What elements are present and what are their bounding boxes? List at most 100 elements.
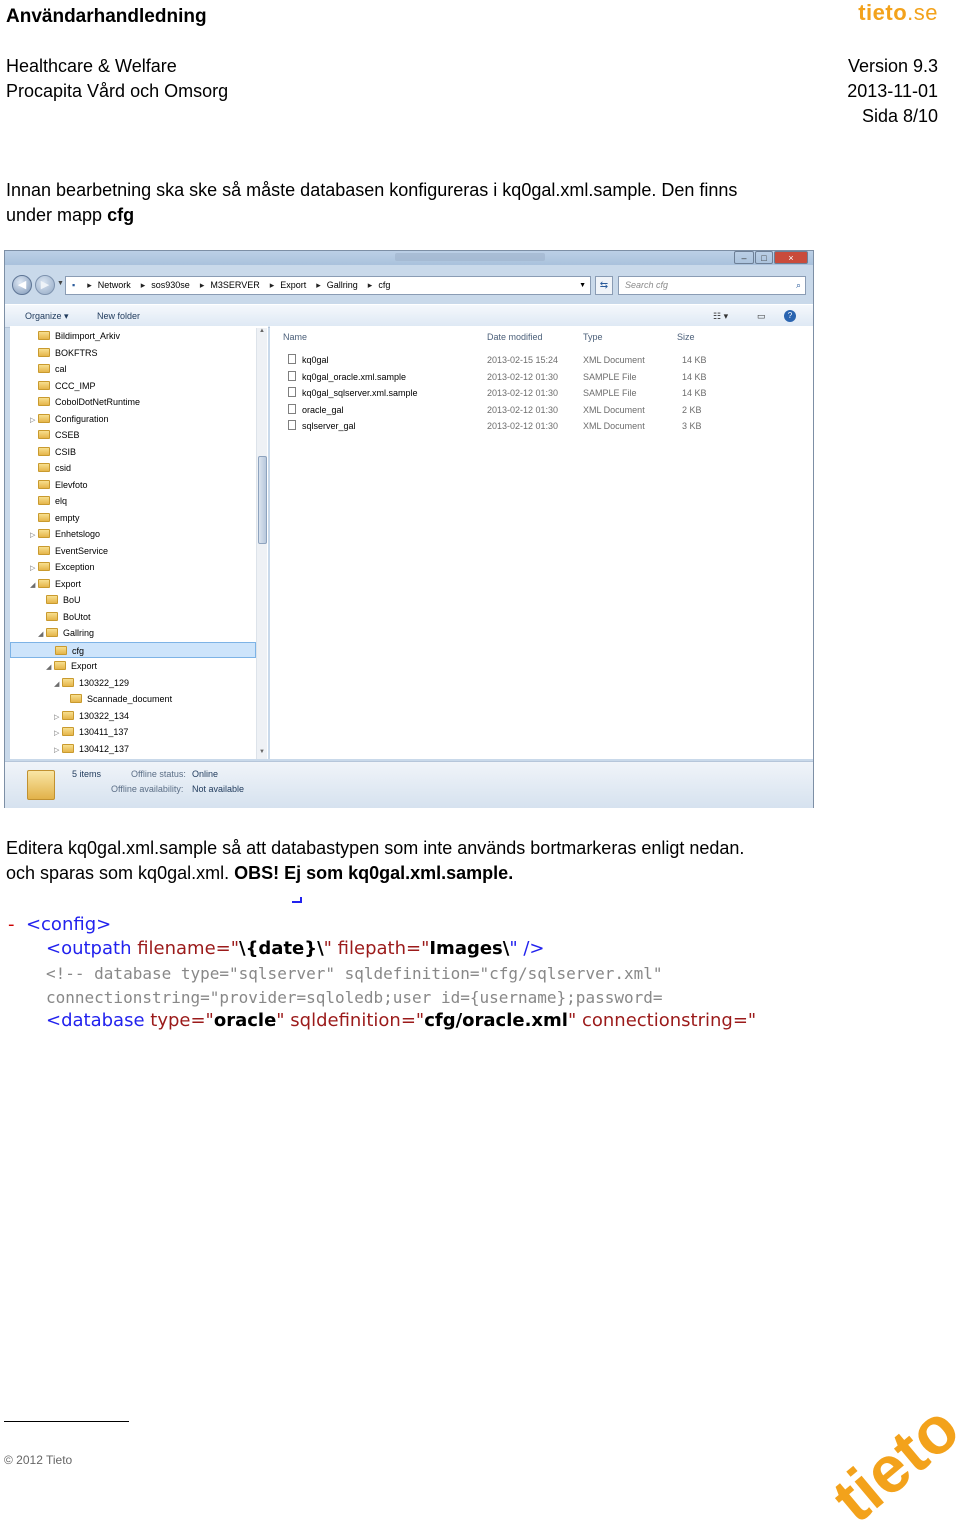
file-row[interactable]: sqlserver_gal 2013-02-12 01:30 XML Documen… xyxy=(288,418,788,434)
folder-icon xyxy=(38,496,50,505)
tree-item[interactable]: Elevfoto xyxy=(10,477,286,493)
tree-item[interactable]: EventService xyxy=(10,543,286,559)
file-size: 2 KB xyxy=(682,404,702,415)
edit-instruction-warning: OBS! Ej som kq0gal.xml.sample. xyxy=(234,863,514,883)
preview-pane-icon[interactable]: ▭ xyxy=(757,305,766,327)
document-title: Användarhandledning xyxy=(6,6,207,27)
file-icon xyxy=(288,370,296,381)
scroll-down-icon[interactable]: ▼ xyxy=(257,749,267,759)
breadcrumb-share[interactable]: M3SERVER xyxy=(210,280,259,290)
file-row[interactable]: kq0gal_oracle.xml.sample 2013-02-12 01:30… xyxy=(288,369,788,385)
tree-item-label: Export xyxy=(55,578,82,589)
folder-icon xyxy=(54,661,66,670)
view-options-icon[interactable]: ☷ ▾ xyxy=(713,305,728,327)
tree-item[interactable]: csid xyxy=(10,460,286,476)
tree-item[interactable]: ◢ Gallring xyxy=(10,625,294,641)
back-icon[interactable]: ◀ xyxy=(12,275,32,295)
tree-item[interactable]: ▷ Exception xyxy=(10,559,286,575)
file-size: 14 KB xyxy=(682,355,707,365)
file-row[interactable]: kq0gal 2013-02-15 15:24 XML Document 14 KB xyxy=(288,352,788,368)
org-name: Healthcare & Welfare xyxy=(6,56,177,76)
tree-item[interactable]: BOKFTRS xyxy=(10,345,286,361)
background-blur xyxy=(395,253,545,261)
tree-item[interactable]: Bildimport_Arkiv xyxy=(10,328,286,344)
column-size[interactable]: Size xyxy=(677,326,695,348)
breadcrumb-sep-icon: ▸ xyxy=(269,280,275,290)
folder-icon xyxy=(38,463,50,472)
folder-icon xyxy=(62,677,74,687)
column-name[interactable]: Name xyxy=(283,326,307,348)
scrollbar-thumb[interactable] xyxy=(258,456,267,544)
refresh-icon[interactable]: ⇆ xyxy=(595,276,613,295)
column-date-modified[interactable]: Date modified xyxy=(487,326,543,348)
minimize-button[interactable]: – xyxy=(734,251,754,264)
search-input[interactable]: Search cfg ⌕ xyxy=(618,276,806,295)
code-line-config: - <config> xyxy=(8,914,111,935)
file-row[interactable]: oracle_gal 2013-02-12 01:30 XML Document 2 … xyxy=(288,402,788,418)
breadcrumb-server[interactable]: sos930se xyxy=(151,280,190,290)
tree-item-label: 130322_129 xyxy=(79,677,130,688)
date-label: 2013-11-01 xyxy=(847,81,938,101)
scroll-up-icon[interactable]: ▲ xyxy=(257,328,267,338)
tree-item[interactable]: CSIB xyxy=(10,444,286,460)
folder-icon xyxy=(46,595,58,604)
offline-status-label: Offline status: xyxy=(131,769,186,779)
comment-text-1: <!-- database type="sqlserver" sqldefini… xyxy=(46,964,663,983)
address-bar[interactable]: ▪ ▸ Network ▸ sos930se ▸ M3SERVER ▸ Export ▸ Gallr… xyxy=(65,276,591,295)
tree-item-label: Enhetslogo xyxy=(55,529,101,539)
new-folder-button[interactable]: New folder xyxy=(97,305,140,327)
tree-item-label: Gallring xyxy=(63,628,95,638)
tree-item[interactable]: CobolDotNetRuntime xyxy=(10,394,286,410)
tree-item-label: Scannade_document xyxy=(87,694,173,704)
folder-icon xyxy=(38,380,50,390)
intro-line-2: under mapp cfg xyxy=(6,203,134,228)
breadcrumb-sep-icon: ▸ xyxy=(199,280,205,290)
tree-item[interactable]: BoUtot xyxy=(10,609,294,625)
file-name-text: oracle_gal xyxy=(302,404,344,415)
file-name: kq0gal_oracle.xml.sample xyxy=(288,369,406,385)
tree-item[interactable]: cal xyxy=(10,361,286,377)
folder-icon xyxy=(38,545,50,555)
file-type: XML Document xyxy=(583,421,645,431)
breadcrumb-gallring[interactable]: Gallring xyxy=(327,280,358,290)
collapse-marker[interactable]: - xyxy=(8,914,15,935)
tree-item[interactable]: elq xyxy=(10,493,286,509)
tree-item-label: EventService xyxy=(55,545,109,556)
expand-arrow-icon[interactable]: ▷ xyxy=(54,743,62,759)
file-date: 2013-02-12 01:30 xyxy=(487,371,559,382)
file-name-text: kq0gal xyxy=(302,355,329,365)
breadcrumb-export[interactable]: Export xyxy=(280,280,306,290)
forward-icon[interactable]: ▶ xyxy=(35,275,55,295)
address-dropdown-icon[interactable]: ▼ xyxy=(579,277,586,294)
search-icon[interactable]: ⌕ xyxy=(796,277,801,294)
title-bar xyxy=(5,251,813,265)
tree-item[interactable]: empty xyxy=(10,510,286,526)
folder-icon xyxy=(38,529,50,538)
tree-item[interactable]: cfg xyxy=(10,641,256,658)
breadcrumb-network[interactable]: Network xyxy=(98,280,131,290)
tree-item-label: elq xyxy=(55,496,68,506)
breadcrumb-sep-icon: ▸ xyxy=(316,280,321,290)
help-icon[interactable]: ? xyxy=(784,310,796,322)
tree-item[interactable]: CCC_IMP xyxy=(10,378,286,394)
navigation-scrollbar[interactable]: ▲ ▼ xyxy=(256,328,267,759)
tree-item[interactable]: ▷ Enhetslogo xyxy=(10,526,286,542)
column-type[interactable]: Type xyxy=(583,326,603,348)
maximize-button[interactable]: □ xyxy=(755,251,773,264)
explorer-window: – □ × ◀ ▶ ▼ ▪ ▸ Network ▸ sos930se ▸ M3SERVER ▸… xyxy=(4,250,814,808)
breadcrumb-cfg[interactable]: cfg xyxy=(378,280,390,290)
navigation-pane: Bildimport_Arkiv BOKFTRS cal CCC_IMP CobolDo… xyxy=(10,326,268,759)
tree-item[interactable]: ▷ Configuration xyxy=(10,411,286,427)
intro-line-1: Innan bearbetning ska ske så måste datab… xyxy=(6,180,738,200)
organize-menu[interactable]: Organize ▾ xyxy=(25,305,69,327)
file-row[interactable]: kq0gal_sqlserver.xml.sample 2013-02-12 01… xyxy=(288,385,788,401)
search-placeholder: Search cfg xyxy=(625,280,669,290)
tree-item[interactable]: CSEB xyxy=(10,427,286,443)
close-button[interactable]: × xyxy=(774,251,808,264)
offline-status-value: Online xyxy=(192,769,219,779)
file-date: 2013-02-12 01:30 xyxy=(487,421,559,431)
history-chevron-icon[interactable]: ▼ xyxy=(57,280,64,287)
tree-item[interactable]: ◢ Export xyxy=(10,576,286,592)
tree-item[interactable]: BoU xyxy=(10,592,294,608)
folder-icon xyxy=(38,364,50,373)
